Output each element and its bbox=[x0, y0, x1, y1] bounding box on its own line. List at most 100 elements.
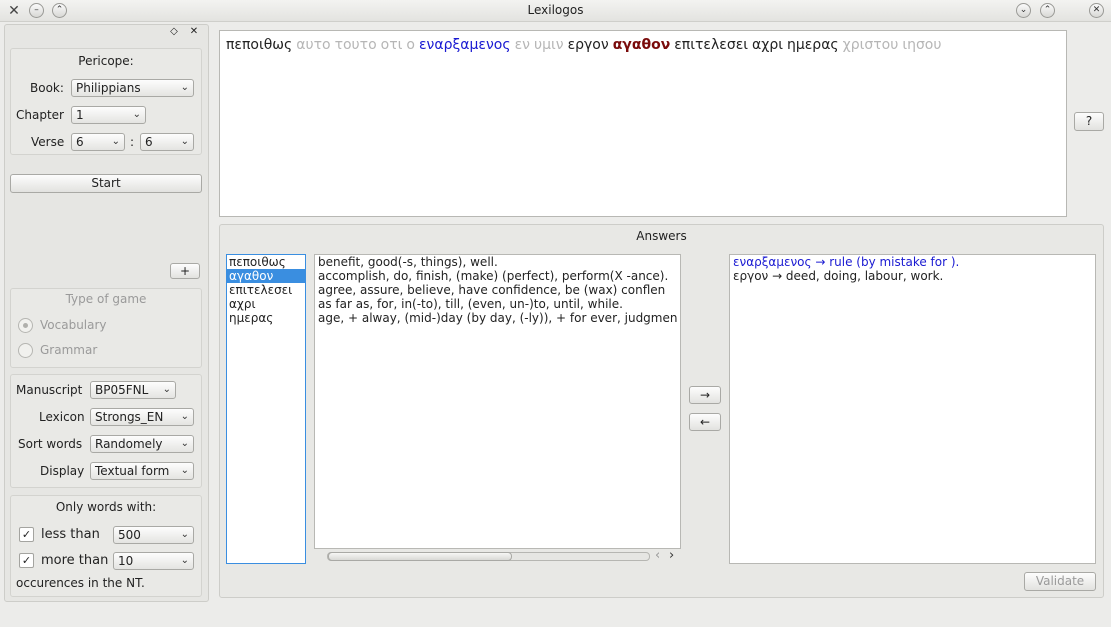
minimize-button[interactable]: ⌄ bbox=[1016, 3, 1031, 18]
gloss-list-item[interactable]: benefit, good(-s, things), well. bbox=[315, 255, 680, 269]
pericope-text-area[interactable]: πεποιθως αυτο τουτο οτι ο εναρξαμενος εν υμιν ερ… bbox=[219, 30, 1067, 217]
pericope-word[interactable]: επιτελεσει bbox=[674, 37, 748, 53]
help-button[interactable]: ? bbox=[1074, 112, 1104, 131]
chapter-select[interactable]: 1 ⌄ bbox=[71, 106, 146, 124]
sort-words-select[interactable]: Randomely ⌄ bbox=[90, 435, 194, 453]
gloss-list-item[interactable]: age, + alway, (mid-)day (by day, (-ly)),… bbox=[315, 311, 680, 325]
chevron-down-icon: ⌄ bbox=[180, 136, 189, 147]
pericope-word[interactable]: ημερας bbox=[787, 37, 839, 53]
close-button[interactable]: ✕ bbox=[1089, 3, 1104, 18]
validate-button[interactable]: Validate bbox=[1024, 572, 1096, 591]
chevron-down-icon: ⌄ bbox=[180, 411, 189, 422]
scroll-left-end-icon[interactable]: ‹ bbox=[655, 548, 660, 563]
status-bar bbox=[0, 606, 1111, 627]
chevron-down-icon: ⌄ bbox=[162, 384, 171, 395]
gloss-list-item[interactable]: agree, assure, believe, have confidence,… bbox=[315, 283, 680, 297]
gloss-horizontal-scrollbar[interactable]: ‹ › bbox=[314, 548, 681, 563]
chevron-down-icon: ⌄ bbox=[180, 82, 189, 93]
gloss-list-item[interactable]: accomplish, do, finish, (make) (perfect)… bbox=[315, 269, 680, 283]
pericope-word[interactable]: ο bbox=[406, 37, 415, 53]
chevron-down-icon: ⌄ bbox=[180, 555, 189, 566]
more-than-select[interactable]: 10 ⌄ bbox=[113, 552, 194, 570]
scroll-right-icon[interactable]: › bbox=[669, 548, 674, 563]
pericope-word[interactable]: αγαθον bbox=[613, 37, 671, 53]
pericope-word[interactable]: εναρξαμενος bbox=[419, 37, 511, 53]
pericope-word[interactable]: εν bbox=[515, 37, 530, 53]
word-list-item[interactable]: ημερας bbox=[227, 311, 305, 325]
display-value: Textual form bbox=[95, 464, 170, 478]
more-than-value: 10 bbox=[118, 554, 134, 568]
word-list[interactable]: πεποιθως αγαθον επιτελεσει αχρι ημερας bbox=[226, 254, 306, 564]
start-button[interactable]: Start bbox=[10, 174, 202, 193]
pericope-word[interactable]: αχρι bbox=[752, 37, 783, 53]
lexicon-select[interactable]: Strongs_EN ⌄ bbox=[90, 408, 194, 426]
grammar-radio[interactable] bbox=[18, 343, 33, 358]
add-button[interactable]: + bbox=[170, 263, 200, 279]
sort-words-label: Sort words bbox=[18, 437, 83, 451]
answers-title: Answers bbox=[636, 229, 687, 243]
move-left-button[interactable]: ← bbox=[689, 413, 721, 431]
dock-close-icon[interactable]: ✕ bbox=[188, 26, 200, 38]
pericope-word[interactable]: αυτο bbox=[296, 37, 330, 53]
lexicon-value: Strongs_EN bbox=[95, 410, 164, 424]
scrollbar-thumb[interactable] bbox=[328, 552, 512, 561]
gloss-list-item[interactable]: as far as, for, in(-to), till, (even, un… bbox=[315, 297, 680, 311]
verse-from-value: 6 bbox=[76, 135, 84, 149]
answers-result-list[interactable]: εναρξαμενος → rule (by mistake for ). εργ… bbox=[729, 254, 1096, 564]
answer-result-item[interactable]: εναρξαμενος → rule (by mistake for ). bbox=[730, 255, 1095, 269]
manuscript-label: Manuscript bbox=[16, 383, 83, 397]
less-than-checkbox[interactable]: ✓ bbox=[19, 527, 34, 542]
more-than-checkbox[interactable]: ✓ bbox=[19, 553, 34, 568]
verse-separator: : bbox=[130, 135, 135, 149]
vocabulary-label[interactable]: Vocabulary bbox=[40, 318, 107, 332]
display-select[interactable]: Textual form ⌄ bbox=[90, 462, 194, 480]
display-label: Display bbox=[40, 464, 85, 478]
chapter-value: 1 bbox=[76, 108, 84, 122]
verse-from-select[interactable]: 6 ⌄ bbox=[71, 133, 125, 151]
chapter-label: Chapter bbox=[16, 108, 64, 122]
occurences-label: occurences in the NT. bbox=[16, 576, 145, 590]
book-select[interactable]: Philippians ⌄ bbox=[71, 79, 194, 97]
verse-label: Verse bbox=[31, 135, 65, 149]
chevron-down-icon: ⌄ bbox=[180, 529, 189, 540]
answer-result-item[interactable]: εργον → deed, doing, labour, work. bbox=[730, 269, 1095, 283]
radio-dot-icon bbox=[23, 323, 28, 328]
game-type-title: Type of game bbox=[65, 292, 147, 306]
dock-float-icon[interactable]: ◇ bbox=[168, 26, 180, 38]
pericope-word[interactable]: ιησου bbox=[902, 37, 941, 53]
manuscript-select[interactable]: BP05FNL ⌄ bbox=[90, 381, 176, 399]
vocabulary-radio[interactable] bbox=[18, 318, 33, 333]
lexicon-label: Lexicon bbox=[39, 410, 85, 424]
pericope-title: Pericope: bbox=[78, 54, 134, 68]
word-list-item[interactable]: αγαθον bbox=[227, 269, 305, 283]
gloss-list[interactable]: benefit, good(-s, things), well. accompli… bbox=[314, 254, 681, 549]
pericope-word[interactable]: χριστου bbox=[843, 37, 899, 53]
book-label: Book: bbox=[30, 81, 64, 95]
chevron-down-icon: ⌄ bbox=[180, 438, 189, 449]
word-list-item[interactable]: αχρι bbox=[227, 297, 305, 311]
pericope-word[interactable]: πεποιθως bbox=[226, 37, 292, 53]
grammar-label[interactable]: Grammar bbox=[40, 343, 97, 357]
manuscript-value: BP05FNL bbox=[95, 383, 149, 397]
chevron-down-icon: ⌄ bbox=[132, 109, 141, 120]
more-than-label[interactable]: more than bbox=[41, 553, 108, 568]
verse-to-select[interactable]: 6 ⌄ bbox=[140, 133, 194, 151]
chevron-down-icon: ⌄ bbox=[111, 136, 120, 147]
less-than-value: 500 bbox=[118, 528, 141, 542]
sort-words-value: Randomely bbox=[95, 437, 163, 451]
pericope-word[interactable]: υμιν bbox=[534, 37, 564, 53]
pericope-word[interactable]: τουτο bbox=[335, 37, 377, 53]
pericope-word[interactable]: οτι bbox=[381, 37, 403, 53]
pericope-word[interactable]: εργον bbox=[568, 37, 609, 53]
verse-to-value: 6 bbox=[145, 135, 153, 149]
less-than-label[interactable]: less than bbox=[41, 527, 100, 542]
move-right-button[interactable]: → bbox=[689, 386, 721, 404]
less-than-select[interactable]: 500 ⌄ bbox=[113, 526, 194, 544]
only-words-title: Only words with: bbox=[55, 500, 157, 514]
word-list-item[interactable]: επιτελεσει bbox=[227, 283, 305, 297]
word-list-item[interactable]: πεποιθως bbox=[227, 255, 305, 269]
chevron-down-icon: ⌄ bbox=[180, 465, 189, 476]
book-value: Philippians bbox=[76, 81, 141, 95]
maximize-button[interactable]: ⌃ bbox=[1040, 3, 1055, 18]
window-title: Lexilogos bbox=[527, 3, 584, 17]
